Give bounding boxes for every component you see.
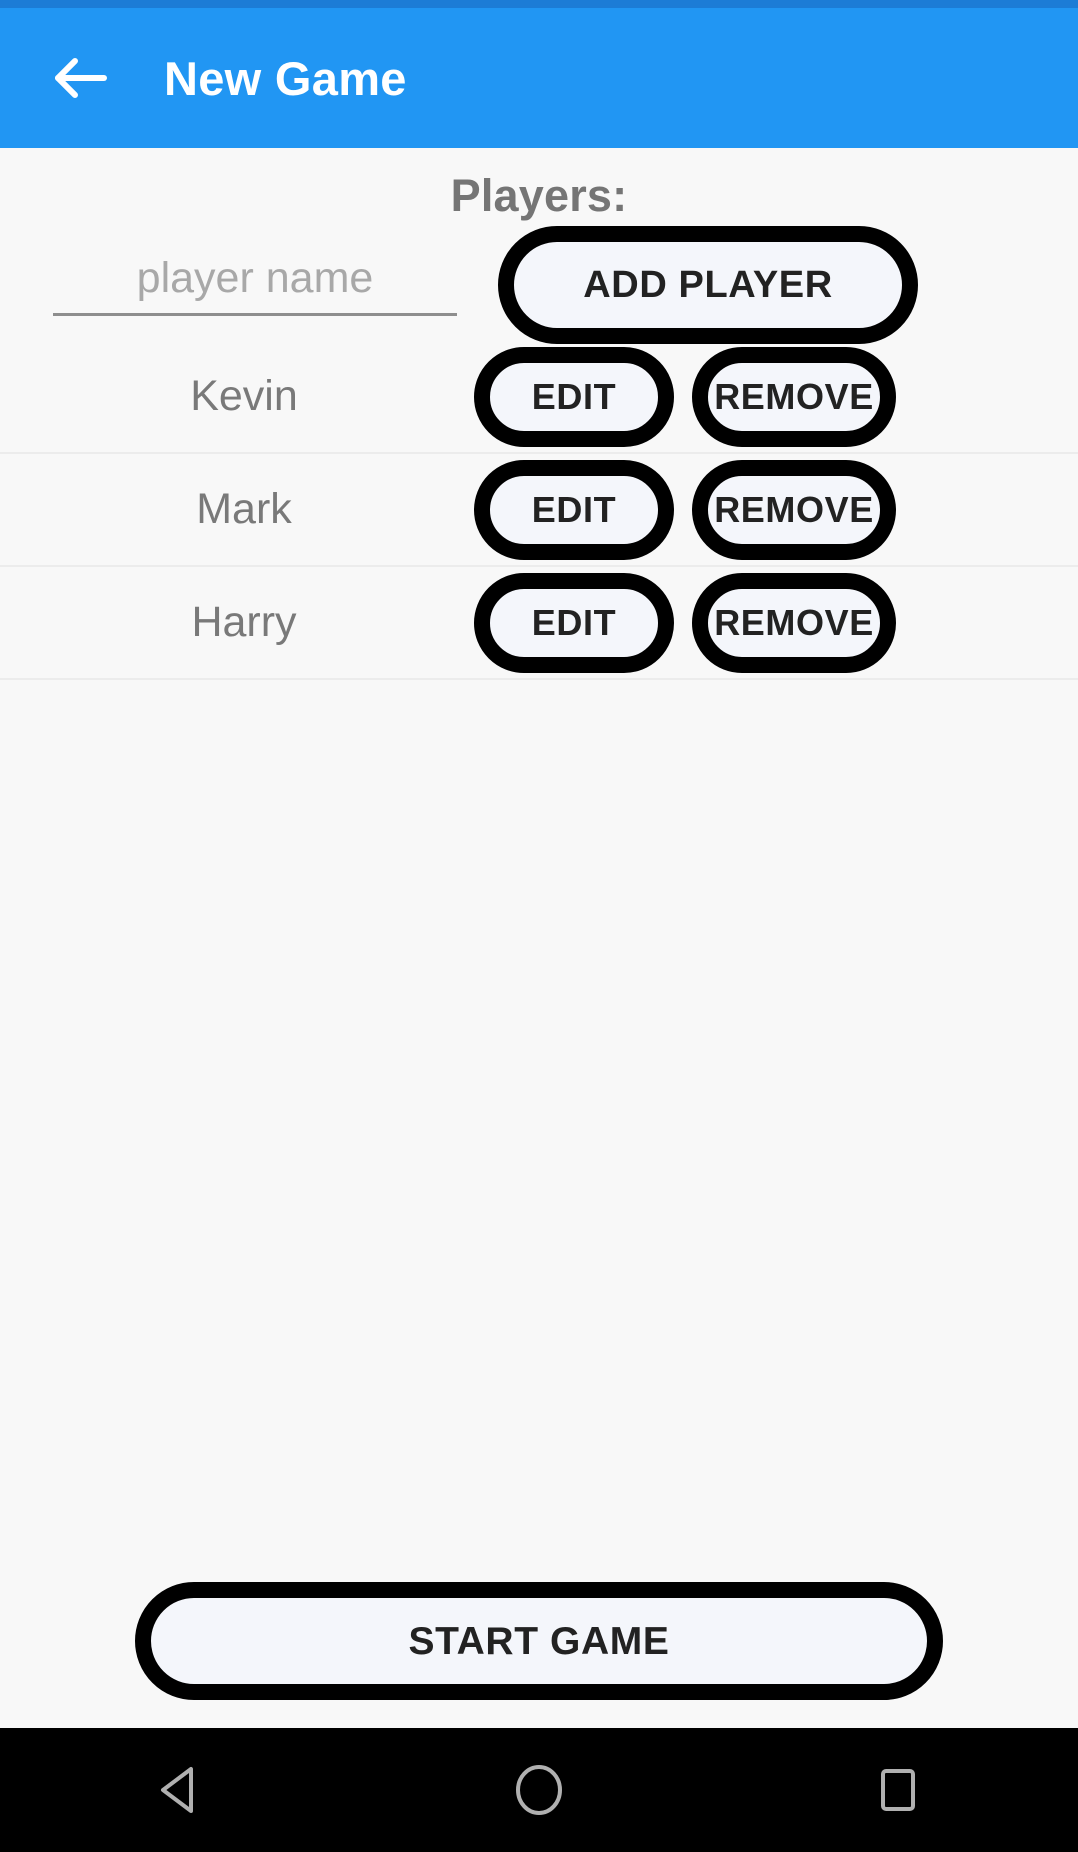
- main-content: Players: ADD PLAYER Kevin EDIT REMOVE: [0, 148, 1078, 1728]
- remove-player-button[interactable]: REMOVE: [692, 572, 896, 673]
- player-name-input[interactable]: [53, 253, 457, 307]
- page-title: New Game: [164, 51, 407, 105]
- remove-player-button[interactable]: REMOVE: [692, 459, 896, 560]
- edit-player-button[interactable]: EDIT: [474, 346, 674, 447]
- table-row: Mark EDIT REMOVE: [0, 454, 1078, 567]
- player-name-label: Mark: [196, 485, 292, 533]
- edit-player-button[interactable]: EDIT: [474, 459, 674, 560]
- player-name-input-cell: [14, 253, 474, 316]
- player-name-cell: Mark: [14, 485, 474, 534]
- player-name-cell: Harry: [14, 598, 474, 647]
- edit-player-button[interactable]: EDIT: [474, 572, 674, 673]
- remove-player-button[interactable]: REMOVE: [692, 346, 896, 447]
- player-name-label: Kevin: [190, 372, 298, 420]
- player-name-label: Harry: [191, 598, 297, 646]
- player-actions-cell: EDIT REMOVE: [474, 572, 896, 673]
- table-row: Kevin EDIT REMOVE: [0, 341, 1078, 454]
- player-name-input-underline: [53, 253, 457, 316]
- circle-home-icon[interactable]: [464, 1728, 614, 1852]
- player-actions-cell: EDIT REMOVE: [474, 346, 896, 447]
- player-name-cell: Kevin: [14, 372, 474, 421]
- add-player-action-cell: ADD PLAYER: [474, 225, 918, 344]
- add-player-row: ADD PLAYER: [0, 225, 1078, 344]
- table-row: Harry EDIT REMOVE: [0, 567, 1078, 680]
- player-actions-cell: EDIT REMOVE: [474, 459, 896, 560]
- add-player-button[interactable]: ADD PLAYER: [498, 225, 918, 344]
- start-game-container: START GAME: [0, 1582, 1078, 1700]
- arrow-left-icon[interactable]: [48, 47, 110, 109]
- app-screen: New Game Players: ADD PLAYER Kevin EDIT …: [0, 0, 1078, 1852]
- players-heading: Players:: [450, 170, 628, 221]
- triangle-back-icon[interactable]: [105, 1728, 255, 1852]
- app-bar: New Game: [0, 8, 1078, 148]
- status-bar: [0, 0, 1078, 8]
- start-game-button[interactable]: START GAME: [135, 1582, 943, 1700]
- android-nav-bar: [0, 1728, 1078, 1852]
- square-recents-icon[interactable]: [823, 1728, 973, 1852]
